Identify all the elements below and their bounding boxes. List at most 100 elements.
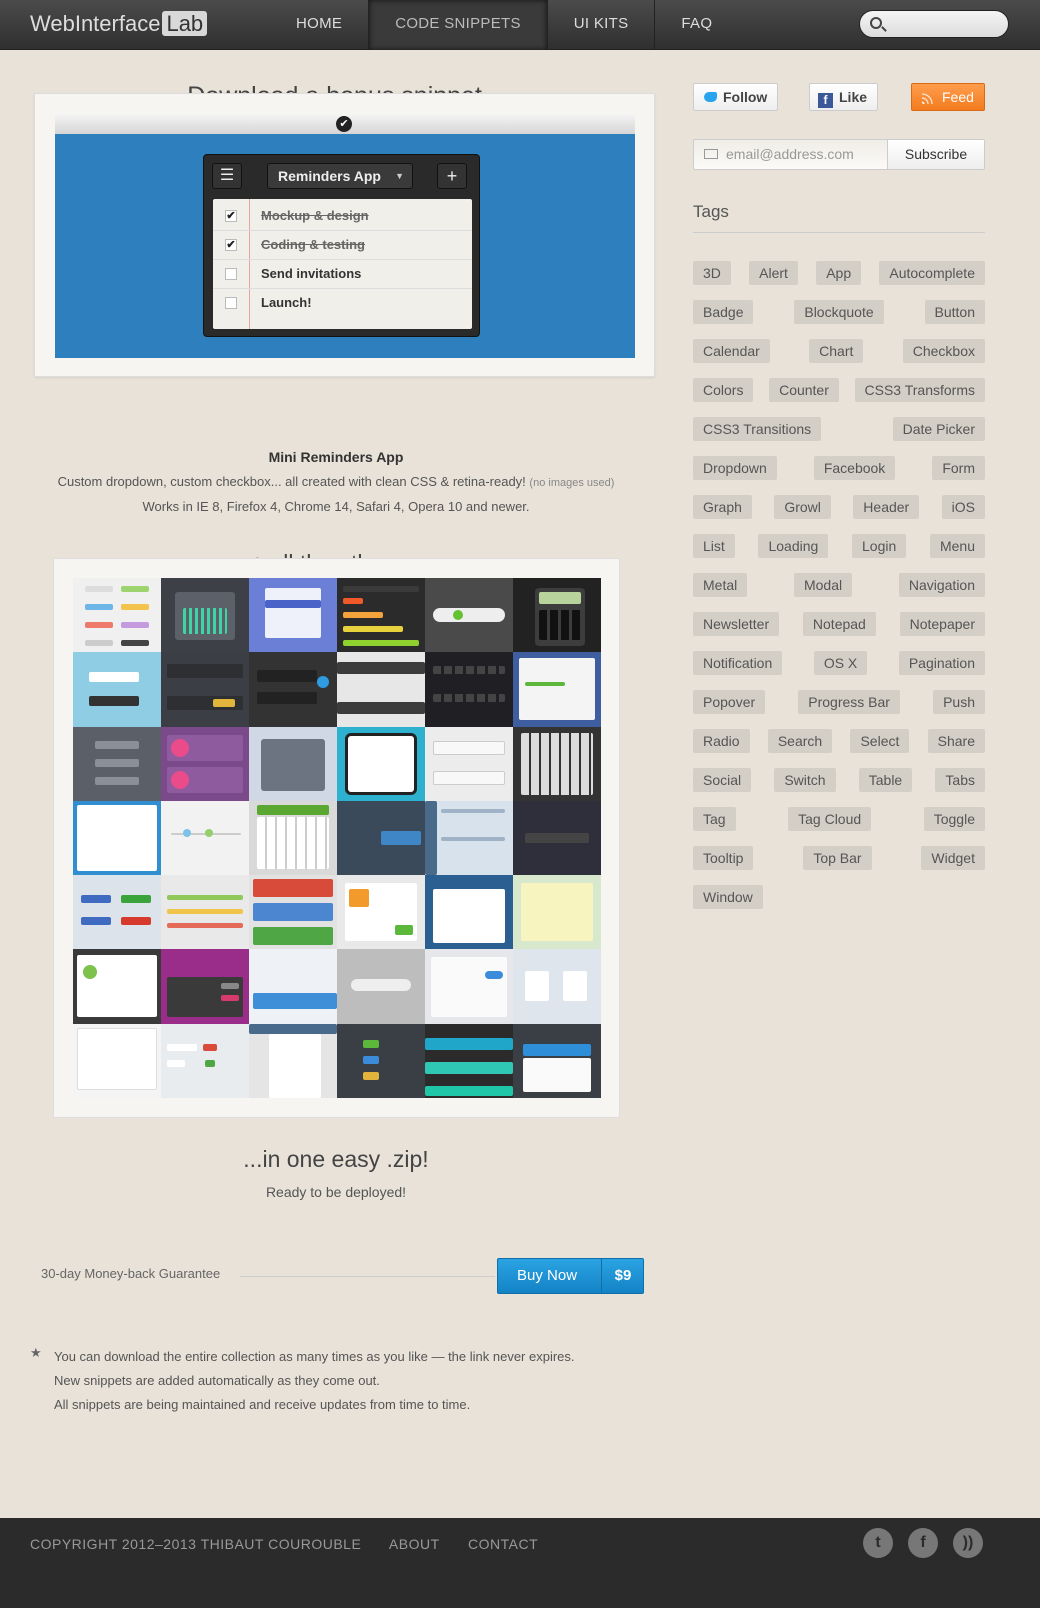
- tag-item[interactable]: App: [816, 261, 862, 285]
- nav-ui-kits[interactable]: UI KITS: [548, 0, 656, 50]
- reminders-dropdown[interactable]: Reminders App ▼: [267, 163, 413, 189]
- tag-item[interactable]: Tabs: [935, 768, 985, 792]
- nav-code-snippets[interactable]: CODE SNIPPETS: [369, 0, 548, 50]
- tag-item[interactable]: Modal: [793, 573, 853, 597]
- collage-tile: [249, 875, 337, 950]
- tag-item[interactable]: Popover: [693, 690, 766, 714]
- tag-item[interactable]: Pagination: [898, 651, 985, 675]
- footer-about-link[interactable]: ABOUT: [389, 1536, 440, 1552]
- checkbox-checked[interactable]: ✔: [225, 239, 237, 251]
- tag-item[interactable]: Progress Bar: [798, 690, 900, 714]
- tag-item[interactable]: Chart: [809, 339, 864, 363]
- tag-item[interactable]: List: [693, 534, 735, 558]
- tag-item[interactable]: Select: [850, 729, 910, 753]
- tag-item[interactable]: Notification: [693, 651, 783, 675]
- snippets-collage: [73, 578, 601, 1099]
- tag-item[interactable]: Date Picker: [892, 417, 985, 441]
- collage-tile: [513, 578, 601, 653]
- footer-contact-link[interactable]: CONTACT: [468, 1536, 538, 1552]
- list-item[interactable]: Launch!: [213, 289, 472, 318]
- tag-item[interactable]: Newsletter: [693, 612, 780, 636]
- email-field[interactable]: email@address.com: [693, 139, 888, 170]
- buy-price: $9: [601, 1259, 644, 1293]
- tag-item[interactable]: Share: [927, 729, 985, 753]
- facebook-icon: f: [818, 93, 833, 108]
- tag-item[interactable]: Alert: [749, 261, 798, 285]
- tag-item[interactable]: Notepad: [802, 612, 876, 636]
- add-icon[interactable]: +: [437, 163, 467, 189]
- tag-item[interactable]: Button: [924, 300, 985, 324]
- twitter-follow-button[interactable]: Follow: [693, 83, 778, 111]
- facebook-like-button[interactable]: f Like: [809, 83, 878, 111]
- rss-feed-button[interactable]: Feed: [911, 83, 985, 111]
- list-item-label: Send invitations: [261, 266, 362, 281]
- tag-item[interactable]: CSS3 Transitions: [693, 417, 822, 441]
- twitter-icon[interactable]: t: [863, 1528, 893, 1558]
- tag-item[interactable]: Radio: [693, 729, 750, 753]
- list-item[interactable]: Send invitations: [213, 260, 472, 289]
- tag-item[interactable]: Menu: [929, 534, 985, 558]
- tag-item[interactable]: Blockquote: [794, 300, 884, 324]
- tag-item[interactable]: Growl: [774, 495, 831, 519]
- nav-home[interactable]: HOME: [270, 0, 370, 50]
- tag-item[interactable]: Dropdown: [693, 456, 777, 480]
- list-item-label: Mockup & design: [261, 208, 369, 223]
- menu-icon[interactable]: ☰: [212, 163, 242, 189]
- tag-item[interactable]: OS X: [813, 651, 868, 675]
- bonus-snippet-card: ✔ ☰ Reminders App ▼ + ✔ Mockup & design …: [34, 93, 655, 377]
- tag-item[interactable]: Tooltip: [693, 846, 754, 870]
- tag-item[interactable]: Top Bar: [803, 846, 872, 870]
- tag-item[interactable]: Social: [693, 768, 752, 792]
- snippets-collage-card: [53, 558, 620, 1118]
- collage-tile: [73, 578, 161, 653]
- tag-item[interactable]: Tag: [693, 807, 736, 831]
- collage-tile: [73, 875, 161, 950]
- tag-item[interactable]: Toggle: [923, 807, 985, 831]
- tag-item[interactable]: Login: [852, 534, 907, 558]
- tag-item[interactable]: Push: [933, 690, 985, 714]
- tag-item[interactable]: Checkbox: [902, 339, 985, 363]
- tag-item[interactable]: Loading: [758, 534, 829, 558]
- tag-item[interactable]: Navigation: [898, 573, 985, 597]
- tag-item[interactable]: Table: [858, 768, 913, 792]
- collage-tile: [337, 875, 425, 950]
- search-input[interactable]: [859, 10, 1009, 38]
- tag-item[interactable]: Notepaper: [899, 612, 985, 636]
- tag-item[interactable]: Graph: [693, 495, 752, 519]
- list-item[interactable]: ✔ Coding & testing: [213, 231, 472, 260]
- collage-tile: [337, 652, 425, 727]
- list-item[interactable]: ✔ Mockup & design: [213, 202, 472, 231]
- tag-item[interactable]: Badge: [693, 300, 754, 324]
- checkbox-checked[interactable]: ✔: [225, 210, 237, 222]
- copyright-text: COPYRIGHT 2012–2013 THIBAUT COUROUBLE: [30, 1536, 362, 1552]
- tag-item[interactable]: Header: [853, 495, 920, 519]
- tag-item[interactable]: Form: [932, 456, 985, 480]
- collage-tile: [425, 800, 513, 876]
- tag-row: Radio Search Select Share: [693, 729, 985, 753]
- checkbox[interactable]: [225, 297, 237, 309]
- tag-item[interactable]: CSS3 Transforms: [854, 378, 985, 402]
- tag-item[interactable]: Calendar: [693, 339, 770, 363]
- chevron-down-icon: ▼: [395, 171, 404, 181]
- buy-now-button[interactable]: Buy Now $9: [497, 1258, 644, 1294]
- tag-item[interactable]: Autocomplete: [879, 261, 985, 285]
- footer: COPYRIGHT 2012–2013 THIBAUT COUROUBLE AB…: [0, 1518, 1040, 1608]
- tag-item[interactable]: Counter: [769, 378, 839, 402]
- tag-item[interactable]: Metal: [693, 573, 748, 597]
- tag-item[interactable]: Widget: [921, 846, 985, 870]
- tag-item[interactable]: Facebook: [813, 456, 896, 480]
- nav-faq[interactable]: FAQ: [655, 0, 738, 50]
- tag-item[interactable]: Tag Cloud: [788, 807, 872, 831]
- tag-item[interactable]: Search: [767, 729, 833, 753]
- checkbox[interactable]: [225, 268, 237, 280]
- tag-item[interactable]: Colors: [693, 378, 754, 402]
- rss-icon[interactable]: )): [953, 1528, 983, 1558]
- tag-row: List Loading Login Menu: [693, 534, 985, 558]
- tag-item[interactable]: iOS: [941, 495, 985, 519]
- tag-item[interactable]: Switch: [774, 768, 836, 792]
- subscribe-button[interactable]: Subscribe: [887, 139, 985, 170]
- facebook-icon[interactable]: f: [908, 1528, 938, 1558]
- site-logo[interactable]: WebInterface Lab: [30, 11, 208, 37]
- tag-item[interactable]: Window: [693, 885, 763, 909]
- tag-item[interactable]: 3D: [693, 261, 731, 285]
